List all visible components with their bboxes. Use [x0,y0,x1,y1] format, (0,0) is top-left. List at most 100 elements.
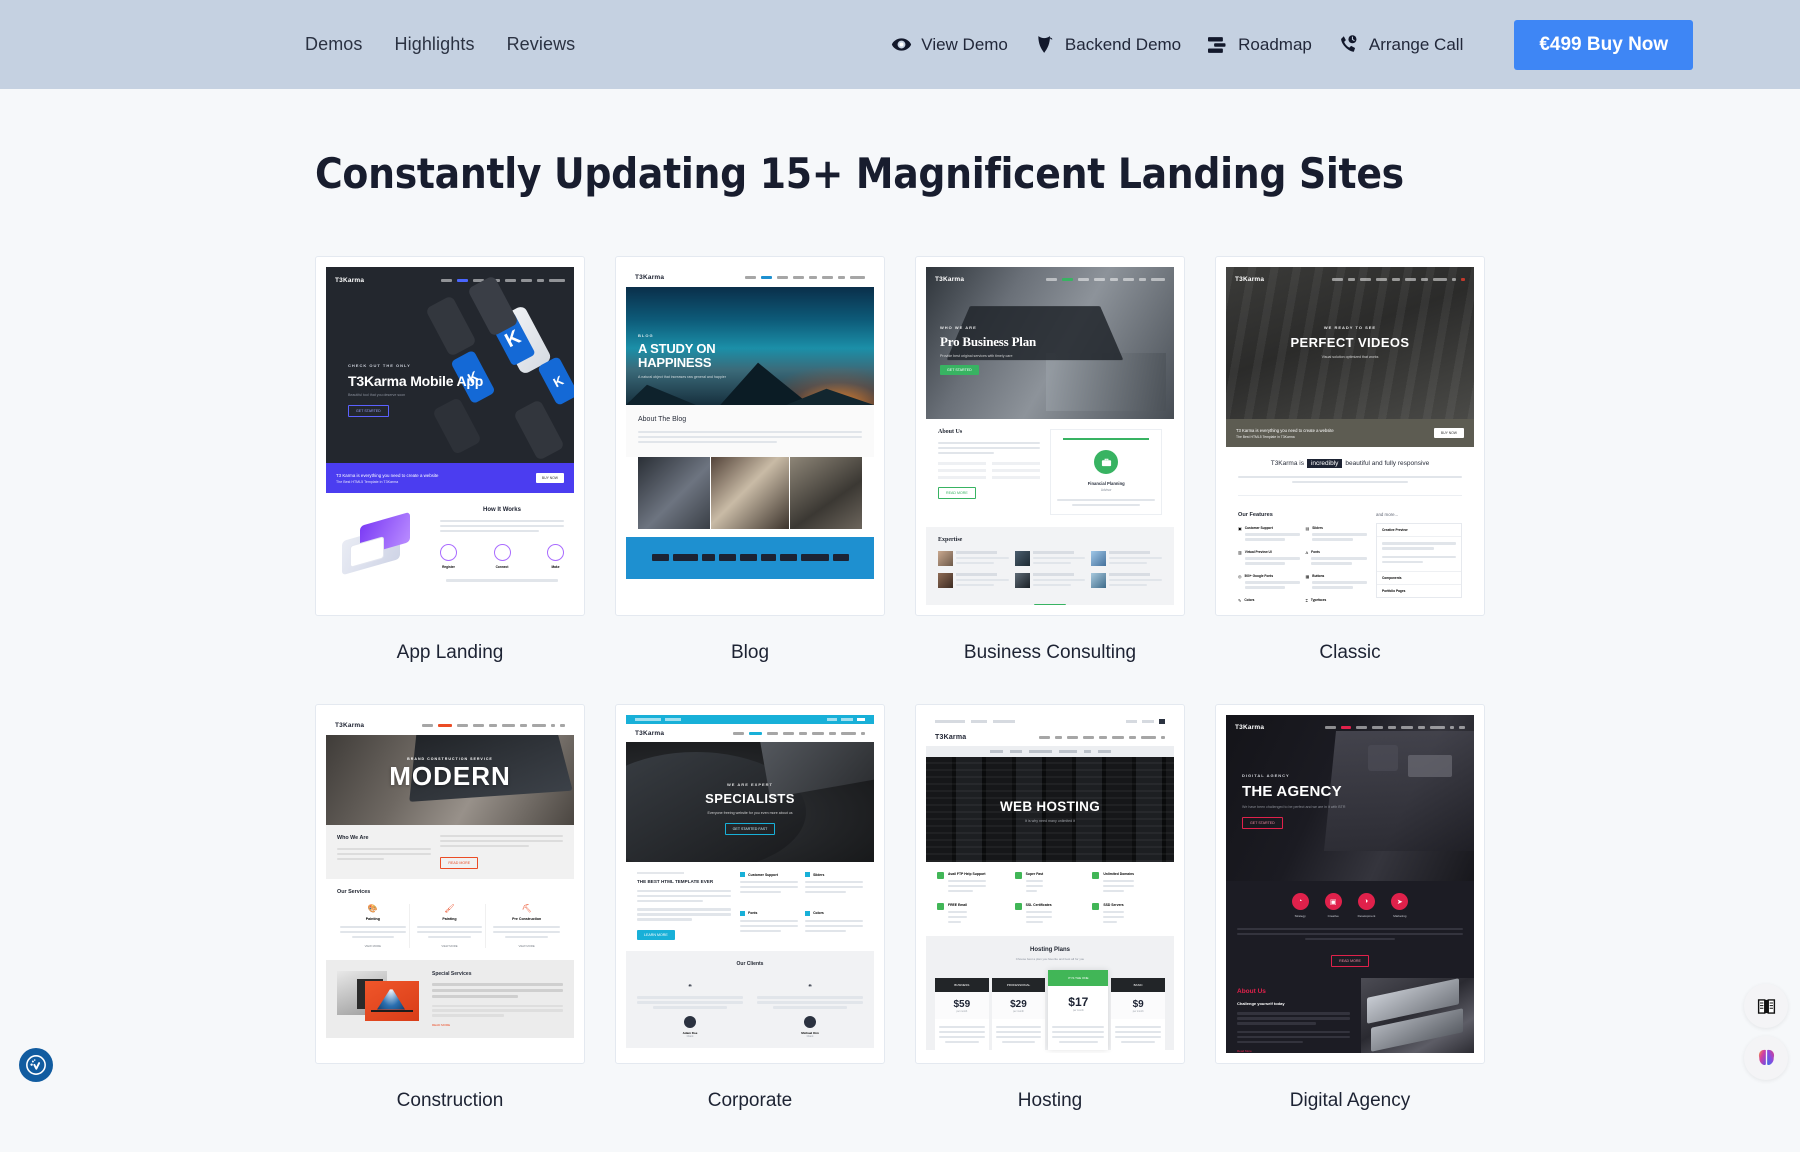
view-demo-label: View Demo [921,35,1008,55]
tagline-pre: T3Karma is [1271,460,1304,467]
learn-more-button[interactable]: LEARN MORE [637,930,675,940]
arrange-call-action[interactable]: Arrange Call [1338,34,1464,56]
demo-thumbnail-digital-agency: T3Karma DIGITAL AGENCY THE AGENCY We hav… [1226,715,1474,1053]
aside-item[interactable]: Creative Preview [1377,524,1461,537]
section-subtitle: Choose best a plan you favorite and best… [935,957,1165,961]
section-aside-title: and more... [1376,512,1462,517]
hero-sub: Provide best original services with time… [940,354,1036,358]
aside-item[interactable]: Components [1377,571,1461,584]
service-link[interactable]: VIEW MORE [417,944,483,948]
roadmap-action[interactable]: Roadmap [1207,34,1312,56]
page-content: Constantly Updating 15+ Magnificent Land… [0,89,1800,1152]
section-title: About Us [1237,988,1350,995]
demo-thumbnail-hosting: T3Karma WEB HOSTING It is why need many … [926,715,1174,1053]
feature-label: Buttons [1312,574,1367,578]
demo-card-digital-agency[interactable]: T3Karma DIGITAL AGENCY THE AGENCY We hav… [1215,704,1485,1064]
demo-caption-classic: Classic [1215,642,1485,664]
icon-label: Creative [1325,914,1342,918]
hero-sub: We have been challenged to be perfect an… [1242,805,1345,809]
mini-logo: T3Karma [335,277,364,284]
service-link[interactable]: VIEW MORE [340,944,406,948]
feature-label: Customer Support [748,873,778,877]
section-title-2: Expertise [938,537,1162,543]
hero-cta[interactable]: GET STARTED [1242,817,1283,829]
demo-cell-blog: T3Karma BLOG A STUDY ON HAPPINESS A natu… [615,256,885,704]
plan-card[interactable]: BUSINESS $59per month [935,978,989,1050]
section-title: About Us [938,429,1040,435]
demo-card-construction[interactable]: T3Karma BRAND CONSTRUCTION SERVICE MODER… [315,704,585,1064]
topbar-contacts [635,718,681,720]
view-demo-action[interactable]: View Demo [890,34,1008,56]
nav-link-reviews[interactable]: Reviews [507,34,576,55]
hero-cta[interactable]: GET STARTED [348,405,389,417]
demo-card-blog[interactable]: T3Karma BLOG A STUDY ON HAPPINESS A natu… [615,256,885,616]
plan-card[interactable]: PROFESSIONAL $29per month [992,978,1046,1050]
hero-sub: Beautiful tool that you deserve soon [348,393,483,397]
mini-nav-links [1046,278,1165,281]
hero-kicker: CHECK OUT THE ONLY [348,363,483,368]
strategy-icon: ◔ [1292,893,1309,910]
section-cta[interactable]: READ MORE [440,857,478,869]
topbar-links [827,718,865,720]
demo-caption-construction: Construction [315,1090,585,1112]
feature-label: SSL Certificates [1026,903,1052,907]
feature-label: Unlimited Domains [1103,872,1134,876]
demo-card-app-landing[interactable]: T3Karma K K K [315,256,585,616]
top-navigation-bar: Demos Highlights Reviews View Demo Backe… [0,0,1800,89]
brush-icon: 🖌 [417,904,483,913]
demo-thumbnail-app-landing: T3Karma K K K [326,267,574,605]
hero-sub: Everyone freeing website for you even mo… [626,811,874,815]
hero-cta[interactable]: GET STARTED [940,365,979,375]
buy-now-button[interactable]: €499 Buy Now [1514,20,1693,70]
mini-logo: T3Karma [1235,724,1264,731]
secondary-nav: View Demo Backend Demo Roadmap Arrange C… [890,20,1693,70]
demo-card-hosting[interactable]: T3Karma WEB HOSTING It is why need many … [915,704,1185,1064]
demo-card-classic[interactable]: T3Karma WE READY TO SEE PERFECT VIDEOS V… [1215,256,1485,616]
read-more-link[interactable]: READ MORE [432,1023,563,1027]
ai-assistant-fab-button[interactable] [1744,1036,1788,1080]
book-icon [1756,996,1777,1017]
feature-label: Super Fast [1026,872,1044,876]
plan-name: PROFESSIONAL [992,978,1046,992]
banner-text: T3 Karma is everything you need to creat… [1236,428,1334,433]
demo-caption-digital-agency: Digital Agency [1215,1090,1485,1112]
floating-action-stack [1744,984,1788,1080]
accessibility-widget-button[interactable] [19,1048,53,1082]
backend-demo-action[interactable]: Backend Demo [1034,34,1181,56]
docs-fab-button[interactable] [1744,984,1788,1028]
marketing-icon: ➤ [1391,893,1408,910]
primary-nav: Demos Highlights Reviews [305,34,575,55]
hero-title: SPECIALISTS [626,791,874,806]
hero-title: A STUDY ON HAPPINESS [638,342,748,370]
hero-cta[interactable]: GET STARTED FAST [725,823,776,835]
roadmap-label: Roadmap [1238,35,1312,55]
hero-kicker: WHO WE ARE [940,325,1036,330]
plan-card[interactable]: BASIC $9per month [1111,978,1165,1050]
banner-subtext: The Best HTML5 Template in T3Karma [1236,435,1334,439]
hero-title: T3Karma Mobile App [348,373,483,389]
read-more-button[interactable]: READ MORE [1331,955,1369,967]
plan-name: IT IS THE ONE [1048,970,1108,986]
step-label: Connect [494,565,511,569]
mini-logo: T3Karma [335,722,364,729]
mini-logo: T3Karma [935,734,966,741]
nav-link-highlights[interactable]: Highlights [395,34,475,55]
feature-label: Fonts [1311,550,1367,554]
icon-label: Marketing [1391,914,1408,918]
section-cta[interactable]: READ MORE [938,487,976,499]
banner-cta[interactable]: BUY NOW [1434,428,1464,438]
service-link[interactable]: VIEW MORE [493,944,560,948]
feature-label: Sliders [1312,526,1367,530]
accessibility-cookie-icon [25,1054,47,1076]
demo-card-corporate[interactable]: T3Karma WE ARE EXPERT SPECIALISTS Everyo… [615,704,885,1064]
nav-link-demos[interactable]: Demos [305,34,363,55]
read-more-link[interactable]: Read More [1237,1049,1350,1053]
mini-nav-links [1039,736,1165,739]
demo-card-business-consulting[interactable]: T3Karma WHO WE ARE Pro Business Plan Pro… [915,256,1185,616]
banner-cta[interactable]: BUY NOW [536,473,564,483]
plan-card-highlight[interactable]: IT IS THE ONE $17per month [1048,970,1108,1050]
aside-item[interactable]: Portfolio Pages [1377,584,1461,597]
expertise-cta[interactable]: VIEW ALL [1034,604,1066,606]
demo-cell-business-consulting: T3Karma WHO WE ARE Pro Business Plan Pro… [915,256,1185,704]
demo-thumbnail-construction: T3Karma BRAND CONSTRUCTION SERVICE MODER… [326,715,574,1053]
